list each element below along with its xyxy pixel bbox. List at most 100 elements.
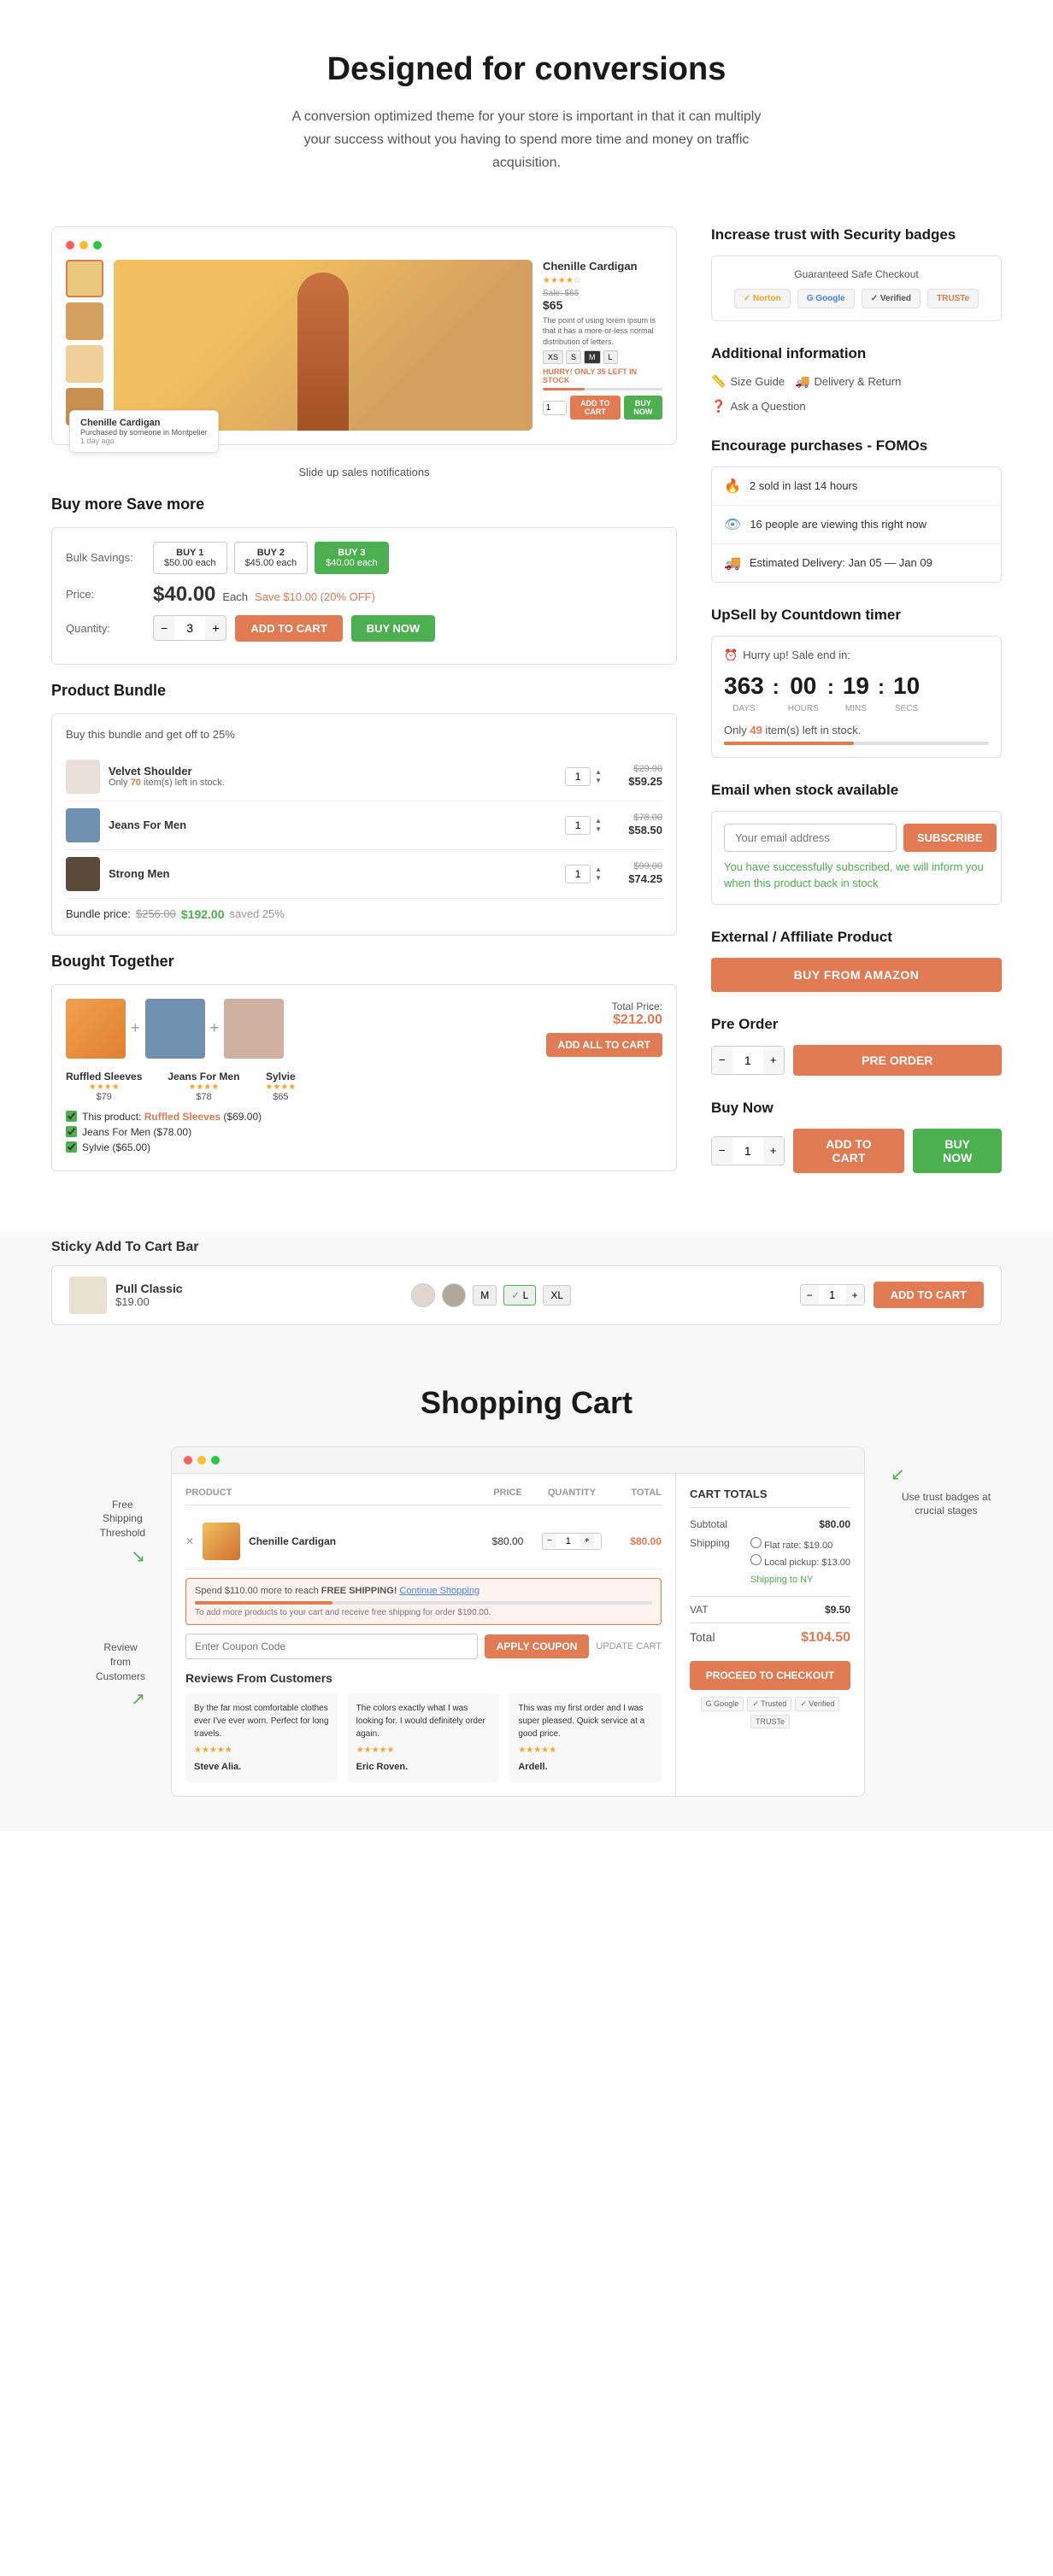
qty-increase-button[interactable]: + [205,616,226,640]
product-buy-now-button[interactable]: BUY NOW [624,396,662,420]
buy-now-button[interactable]: BUY NOW [351,615,436,642]
reviews-section-title: Reviews From Customers [185,1671,662,1685]
sticky-product-name: Pull Classic [115,1282,183,1295]
bought-check-3[interactable] [66,1141,77,1153]
bundle-item-2-qty: ▲ ▼ [565,816,603,835]
sticky-add-to-cart-button[interactable]: ADD TO CART [874,1282,984,1308]
cart-qty-down[interactable]: − [543,1534,556,1548]
bundle-qty-2-down[interactable]: ▼ [594,825,603,834]
product-add-to-cart-button[interactable]: ADD TO CART [570,396,621,420]
continue-shopping-link[interactable]: Continue Shopping [399,1586,479,1596]
size-s[interactable]: S [566,350,581,364]
bundle-item-3-price: $99.00 $74.25 [611,861,662,887]
totals-subtotal-row: Subtotal $80.00 [690,1518,850,1530]
subscribe-button[interactable]: SUBSCRIBE [903,824,997,852]
browser-dot-green [93,241,102,249]
email-input[interactable] [724,824,897,852]
timer-secs: 10 SECS [893,672,920,715]
bundle-item-3-name: Strong Men [109,867,556,880]
product-thumb-3[interactable] [66,345,103,383]
sticky-size-xl[interactable]: XL [543,1285,571,1306]
ship-flat-rate[interactable]: Flat rate: $19.00 [750,1537,850,1555]
ask-question-link[interactable]: ❓ Ask a Question [711,399,806,414]
preorder-section: Pre Order − + PRE ORDER [711,1016,1002,1076]
buy-from-amazon-button[interactable]: BUY FROM AMAZON [711,958,1002,992]
bulk-option-1[interactable]: BUY 1 $50.00 each [153,542,227,574]
bundle-qty-1-updown: ▲ ▼ [594,768,603,785]
product-thumb-1[interactable] [66,260,103,297]
sticky-variant-img-1[interactable] [411,1283,435,1307]
delivery-return-link[interactable]: 🚚 Delivery & Return [795,374,901,389]
ask-question-label: Ask a Question [730,400,805,413]
affiliate-section: External / Affiliate Product BUY FROM AM… [711,929,1002,992]
ship-local-radio[interactable] [750,1554,762,1565]
add-to-cart-button[interactable]: ADD TO CART [235,615,342,642]
cart-qty-value[interactable] [556,1534,580,1549]
bundle-qty-1-down[interactable]: ▼ [594,777,603,785]
buynow-buy-now-button[interactable]: BUY NOW [913,1129,1002,1173]
ship-flat-radio[interactable] [750,1537,762,1548]
review-arrow: ↗ [131,1688,145,1710]
bundle-qty-1-up[interactable]: ▲ [594,768,603,777]
add-all-to-cart-button[interactable]: ADD ALL TO CART [546,1033,662,1057]
checkout-button[interactable]: PROCEED TO CHECKOUT [690,1661,850,1690]
check-icon: ✓ [511,1289,520,1301]
free-ship-msg: Spend $110.00 more to reach FREE SHIPPIN… [195,1586,479,1596]
sticky-size-m[interactable]: M [473,1285,497,1306]
buy-now-section: Buy Now − + ADD TO CART BUY NOW [711,1100,1002,1173]
bought-check-item-2: Jeans For Men ($78.00) [66,1126,662,1138]
bulk-option-2[interactable]: BUY 2 $45.00 each [234,542,309,574]
timer-sep-3: : [878,672,885,700]
stock-bar [543,388,662,390]
product-thumb-2[interactable] [66,302,103,340]
size-xs[interactable]: XS [543,350,563,364]
bundle-qty-1-input[interactable] [565,767,591,786]
bundle-qty-3-up[interactable]: ▲ [594,866,603,874]
sticky-qty-up[interactable]: + [846,1286,864,1305]
size-guide-link[interactable]: 📏 Size Guide [711,374,785,389]
preorder-qty-up[interactable]: + [763,1047,784,1073]
bought-check-1[interactable] [66,1111,77,1122]
browser-bar [66,241,662,249]
product-card-inner: Chenille Cardigan ★★★★☆ Sale: $65 $65 Th… [66,260,662,431]
totals-shipping-row: Shipping Flat rate: $19.00 Local pickup:… [690,1537,850,1589]
bought-check-2[interactable] [66,1126,77,1137]
norton-badge: ✓ Norton [734,289,791,308]
product-card-mock: Chenille Cardigan ★★★★☆ Sale: $65 $65 Th… [51,226,677,445]
bought-checkboxes: This product: Ruffled Sleeves ($69.00) J… [66,1111,662,1153]
buynow-add-cart-button[interactable]: ADD TO CART [793,1129,905,1173]
buynow-qty-input[interactable] [732,1137,763,1165]
product-qty-input[interactable] [543,401,567,415]
apply-coupon-button[interactable]: APPLY COUPON [485,1634,590,1658]
update-cart-link[interactable]: UPDATE CART [596,1641,662,1652]
preorder-qty-input[interactable] [732,1047,763,1074]
bundle-qty-2-up[interactable]: ▲ [594,817,603,825]
cart-item-remove[interactable]: ✕ [185,1535,194,1547]
bundle-qty-2-input[interactable] [565,816,591,835]
bought-prod-3-stars: ★★★★ [265,1083,296,1092]
preorder-qty-down[interactable]: − [712,1047,732,1073]
review-stars-2: ★★★★★ [356,1744,491,1757]
qty-decrease-button[interactable]: − [154,616,174,640]
size-l[interactable]: L [603,350,618,364]
cart-qty-up[interactable]: + [580,1534,594,1548]
buynow-qty-down[interactable]: − [712,1137,732,1164]
cart-body: PRODUCT PRICE QUANTITY TOTAL ✕ Chenille … [172,1474,864,1797]
preorder-button[interactable]: PRE ORDER [793,1045,1002,1076]
bundle-qty-3-down[interactable]: ▼ [594,874,603,883]
cart-items-column: PRODUCT PRICE QUANTITY TOTAL ✕ Chenille … [172,1474,676,1797]
sticky-qty-input[interactable] [819,1285,846,1305]
sticky-size-l[interactable]: ✓ L [503,1285,536,1306]
fomo-item-2: 👁 16 people are viewing this right now [712,506,1001,544]
sticky-qty-down[interactable]: − [801,1286,819,1305]
email-title: Email when stock available [711,782,1002,799]
ship-local-pickup[interactable]: Local pickup: $13.00 [750,1554,850,1572]
size-m[interactable]: M [584,350,601,364]
bundle-qty-3-input[interactable] [565,865,591,883]
qty-input[interactable] [174,616,205,640]
sticky-variant-img-2[interactable] [442,1283,466,1307]
bulk-option-3[interactable]: BUY 3 $40.00 each [315,542,389,574]
reviews-row: By the far most comfortable clothes ever… [185,1693,662,1783]
buynow-qty-up[interactable]: + [763,1137,784,1164]
coupon-input[interactable] [185,1634,478,1659]
